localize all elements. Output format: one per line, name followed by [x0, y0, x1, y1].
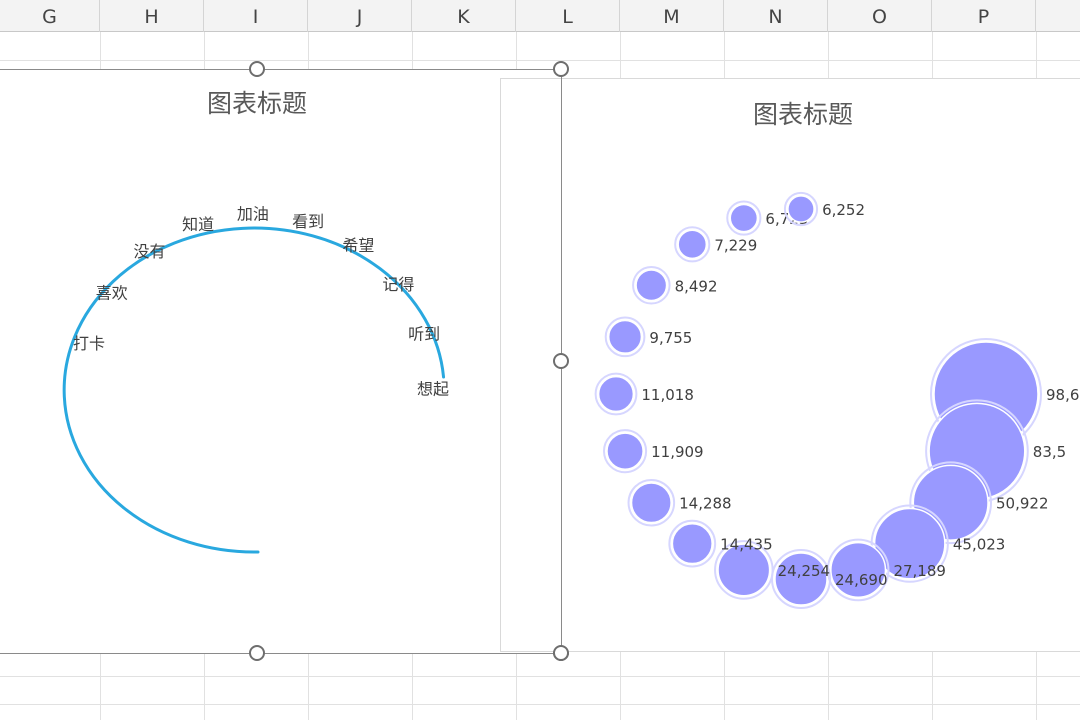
category-label: 加油	[237, 205, 269, 224]
resize-handle-bottom[interactable]	[249, 645, 265, 661]
bubble-data-label: 24,690	[835, 571, 888, 589]
column-header-j[interactable]: J	[308, 0, 412, 32]
bubble-point	[597, 375, 635, 413]
column-header-k[interactable]: K	[412, 0, 516, 32]
bubble-point	[787, 195, 815, 223]
category-label: 没有	[133, 242, 165, 261]
category-label: 记得	[382, 275, 414, 294]
line-plot-area[interactable]: 打卡 喜欢 没有知道 加油 看到希望记得听到想起	[0, 70, 560, 653]
bubble-data-label: 11,018	[641, 386, 694, 404]
bubble-data-label: 9,755	[649, 329, 692, 347]
column-header-l[interactable]: L	[516, 0, 620, 32]
bubble-point	[635, 269, 668, 302]
bubble-data-label: 50,922	[996, 495, 1049, 513]
bubble-point	[677, 229, 708, 260]
bubble-data-label: 98,6	[1046, 386, 1079, 404]
column-header-h[interactable]: H	[100, 0, 204, 32]
resize-handle-bottom-right[interactable]	[553, 645, 569, 661]
column-header-i[interactable]: I	[204, 0, 308, 32]
column-header-n[interactable]: N	[724, 0, 828, 32]
bubble-data-label: 14,435	[720, 536, 773, 554]
bubble-point	[630, 482, 672, 524]
bubble-data-label: 27,189	[893, 562, 946, 580]
category-label: 听到	[408, 324, 440, 343]
category-label: 想起	[417, 380, 449, 399]
bubble-data-label: 8,492	[675, 277, 718, 295]
bubble-data-label: 7,229	[714, 236, 757, 254]
resize-handle-top[interactable]	[249, 61, 265, 77]
bubble-data-label: 6,252	[822, 201, 865, 219]
column-header-m[interactable]: M	[620, 0, 724, 32]
column-header-g[interactable]: G	[0, 0, 100, 32]
category-label: 喜欢	[96, 283, 128, 302]
line-chart[interactable]: 图表标题 打卡 喜欢 没有 知道 加油 看到 希望 记得 听到 想起	[0, 69, 562, 654]
bubble-chart[interactable]: 图表标题 98,6 83,5 50,922 45,023 27,189 24,690 24,…	[500, 78, 1080, 652]
column-header-p[interactable]: P	[932, 0, 1036, 32]
category-label: 希望	[342, 236, 374, 255]
column-header-o[interactable]: O	[828, 0, 932, 32]
category-label: 看到	[292, 212, 324, 231]
resize-handle-right[interactable]	[553, 353, 569, 369]
bubble-data-label: 83,5	[1033, 443, 1066, 461]
bubble-plot-area[interactable]: 98,6 83,5 50,922 45,023 27,189 24,69024,254 14…	[501, 79, 1080, 651]
bubble-data-label: 11,909	[651, 443, 704, 461]
bubble-point	[606, 432, 644, 470]
resize-handle-top-right[interactable]	[553, 61, 569, 77]
bubble-point	[729, 203, 759, 233]
category-label: 知道	[182, 215, 214, 234]
bubble-data-label: 45,023	[953, 536, 1006, 554]
bubble-data-label: 24,254	[778, 562, 831, 580]
column-header-bar: G H I J K L M N O P	[0, 0, 1080, 32]
bubble-point	[671, 523, 713, 565]
bubble-data-label: 14,288	[679, 495, 732, 513]
category-label: 打卡	[73, 334, 105, 353]
bubble-point	[830, 541, 887, 598]
bubble-point	[607, 319, 643, 354]
